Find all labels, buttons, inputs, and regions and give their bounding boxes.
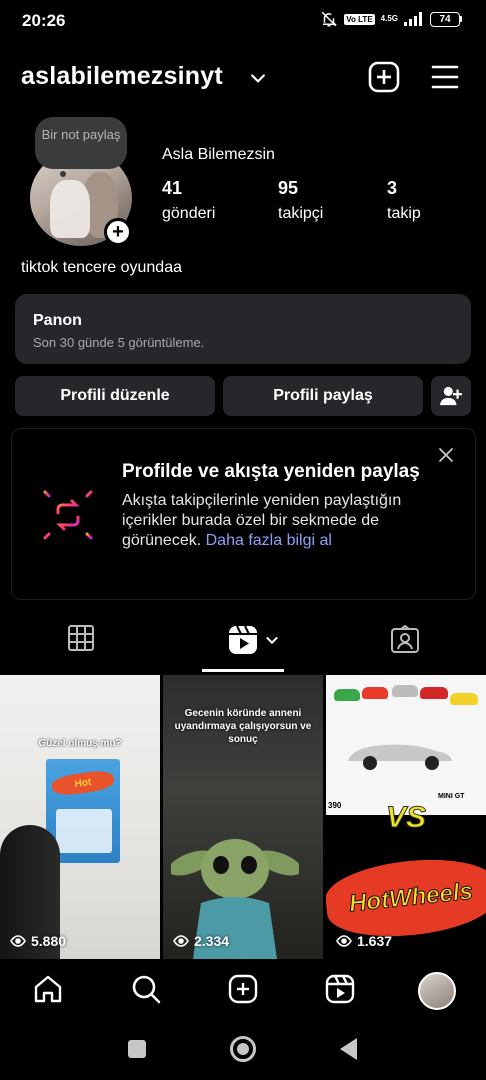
eye-icon [336, 935, 352, 947]
edit-profile-button[interactable]: Profili düzenle [15, 376, 215, 416]
close-icon[interactable] [438, 447, 454, 463]
chevron-down-icon [266, 637, 278, 645]
status-icons: Vo LTE 4.5G 74 [320, 10, 462, 28]
dashboard-subtitle: Son 30 günde 5 görüntüleme. [33, 335, 205, 350]
profile-tabs [0, 615, 486, 673]
network-type: 4.5G [380, 14, 398, 23]
reshare-info-card: Profilde ve akışta yeniden paylaş Akışta… [11, 428, 476, 600]
status-bar: 20:26 Vo LTE 4.5G 74 [0, 0, 486, 40]
nav-search[interactable] [131, 974, 161, 1009]
toy-cars-image: 390 MINI GT [326, 675, 486, 815]
note-bubble-tail [60, 171, 66, 177]
hot-wheels-logo: HotWheels [326, 852, 486, 944]
reels-nav-icon [325, 974, 355, 1004]
search-icon [132, 975, 161, 1004]
reel-caption: Gecenin köründe anneni uyandırmaya çalış… [174, 708, 312, 745]
recent-apps-button[interactable] [128, 1040, 146, 1058]
create-icon [228, 974, 258, 1004]
nav-home[interactable] [33, 974, 63, 1009]
grid-icon [68, 625, 94, 651]
tagged-icon [391, 624, 419, 653]
reel-views: 2.334 [173, 933, 229, 949]
repost-burst-icon [34, 481, 102, 549]
reel-view-count: 1.637 [357, 933, 393, 949]
tab-grid[interactable] [68, 625, 94, 656]
battery-level: 74 [430, 11, 460, 27]
profile-header: aslabilemezsinyt [0, 58, 486, 98]
reel-thumbnail[interactable]: Güzel olmuş mu? Hot 5.880 [0, 675, 160, 959]
stat-following-label: takip [387, 205, 421, 222]
active-tab-indicator [202, 669, 284, 672]
back-button[interactable] [340, 1038, 357, 1060]
add-story-plus-icon[interactable]: + [104, 218, 132, 246]
reshare-body: Akışta takipçilerinle yeniden paylaştığı… [122, 491, 422, 551]
display-name: Asla Bilemezsin [162, 146, 275, 163]
eye-icon [173, 935, 189, 947]
reels-icon [229, 625, 257, 654]
stat-posts[interactable]: 41 gönderi [162, 178, 215, 223]
bio: tiktok tencere oyundaa [21, 259, 182, 276]
reel-thumbnail[interactable]: Gecenin köründe anneni uyandırmaya çalış… [163, 675, 323, 959]
reel-view-count: 2.334 [194, 933, 230, 949]
username[interactable]: aslabilemezsinyt [21, 62, 223, 91]
nav-create[interactable] [228, 974, 258, 1009]
discover-people-button[interactable] [431, 376, 471, 416]
status-time: 20:26 [22, 11, 66, 30]
stat-posts-label: gönderi [162, 205, 216, 222]
mini-gt-label: MINI GT [438, 793, 465, 800]
hot-wheels-logo: Hot [50, 768, 116, 798]
dashboard-title: Panon [33, 312, 82, 329]
reel-caption: Güzel olmuş mu? [38, 738, 122, 749]
reels-grid: Güzel olmuş mu? Hot 5.880 Gecenin köründ… [0, 675, 486, 959]
add-person-icon [440, 386, 462, 406]
reel-thumbnail[interactable]: 390 MINI GT VS HotWheels 1.637 [326, 675, 486, 959]
hamburger-menu-icon[interactable] [430, 63, 460, 91]
reel-views: 5.880 [10, 933, 66, 949]
note-bubble[interactable]: Bir not paylaş [35, 117, 127, 169]
nav-reels[interactable] [325, 974, 355, 1009]
volte-badge: Vo LTE [344, 13, 375, 25]
mute-icon [322, 11, 338, 27]
learn-more-link[interactable]: Daha fazla bilgi al [206, 532, 332, 549]
dashboard-card[interactable]: Panon Son 30 günde 5 görüntüleme. [15, 294, 471, 364]
stat-following[interactable]: 3 takip [387, 178, 421, 223]
reel-view-count: 5.880 [31, 933, 67, 949]
tab-reels[interactable] [228, 625, 280, 655]
stat-followers[interactable]: 95 takipçi [278, 178, 323, 223]
stat-posts-value: 41 [162, 178, 183, 198]
chevron-down-icon[interactable] [248, 68, 268, 88]
reshare-title: Profilde ve akışta yeniden paylaş [122, 461, 420, 482]
share-profile-button[interactable]: Profili paylaş [223, 376, 423, 416]
signal-icon [404, 12, 422, 26]
stat-followers-label: takipçi [278, 205, 324, 222]
system-navigation [0, 1020, 486, 1080]
battery-icon: 74 [430, 11, 462, 27]
stat-followers-value: 95 [278, 178, 299, 198]
reel-views: 1.637 [336, 933, 392, 949]
home-button[interactable] [230, 1036, 256, 1062]
silver-car [348, 744, 452, 770]
home-icon [34, 975, 62, 1003]
create-plus-icon[interactable] [368, 61, 400, 93]
tab-tagged[interactable] [391, 624, 419, 658]
stat-following-value: 3 [387, 178, 398, 198]
profile-avatar[interactable] [418, 972, 456, 1010]
vs-text: VS [385, 801, 427, 835]
bottom-nav [0, 960, 486, 1020]
eye-icon [10, 935, 26, 947]
